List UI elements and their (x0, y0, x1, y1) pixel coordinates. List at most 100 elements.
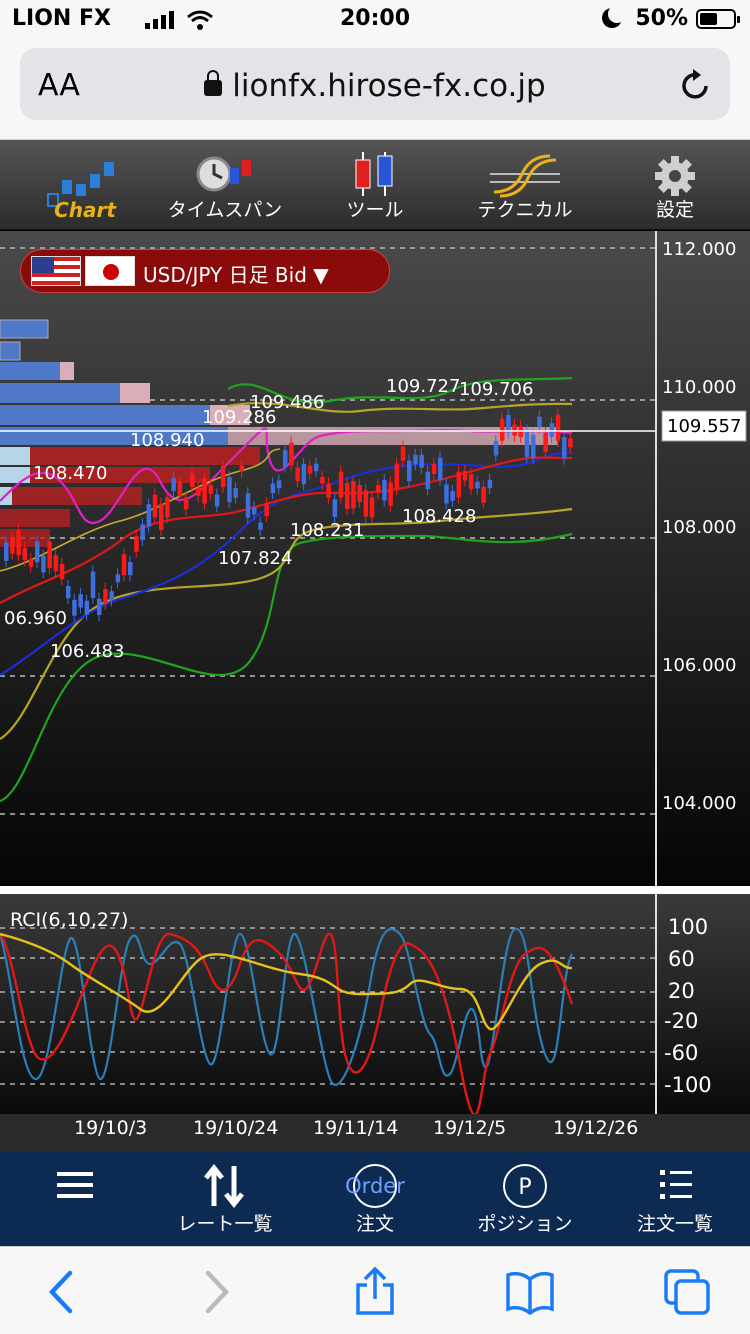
candle-body (500, 418, 505, 441)
candle-body (549, 423, 555, 438)
candle-body (369, 497, 375, 518)
candle-body (475, 481, 480, 489)
bookmarks-icon[interactable] (505, 1267, 555, 1317)
candle-body (307, 465, 313, 474)
chart-tab-label: Chart (54, 198, 116, 222)
settings-tab-label: 設定 (655, 199, 694, 221)
order-label: 注文 (355, 1213, 394, 1235)
svg-text:Order: Order (345, 1174, 405, 1198)
rci-chart-svg: RCI(6,10,27) 100 60 20 -20 -60 -100 (0, 894, 712, 1114)
moon-icon (602, 5, 626, 28)
app-bottom-nav: レート一覧 Order 注文 P ポジション 注文一覧 (0, 1152, 750, 1246)
candle-body (227, 477, 232, 503)
address-bar[interactable]: AA lionfx.hirose-fx.co.jp (20, 48, 730, 120)
candle-body (295, 467, 300, 482)
panel-divider (0, 886, 750, 894)
candle-body (214, 494, 220, 507)
candle-body (109, 591, 114, 601)
battery-icon (696, 9, 740, 29)
price-chart-svg[interactable]: 109.486 109.286 108.940 108.470 109.727 … (0, 231, 750, 886)
candle-body (221, 465, 226, 488)
candle-body (276, 480, 282, 489)
annotation-high-2: 109.286 (202, 407, 276, 428)
tabs-icon[interactable] (662, 1267, 712, 1317)
candle-body (413, 454, 418, 465)
candle-body (10, 537, 15, 554)
annotation-low-5: 106.483 (50, 641, 124, 662)
candle-body (394, 463, 400, 489)
current-price-text: 109.557 (667, 416, 741, 437)
chart-tab[interactable]: Chart (30, 140, 140, 230)
technical-tab[interactable]: テクニカル (460, 140, 590, 230)
candle-body (239, 465, 245, 472)
order-button[interactable]: Order 注文 (300, 1152, 450, 1246)
candle-body (314, 463, 319, 472)
tools-tab[interactable]: ツール (315, 140, 435, 230)
candle-body (338, 471, 344, 498)
annotation-high-3: 108.940 (130, 430, 204, 451)
candle-body (196, 488, 201, 496)
annotation-low-1: 108.231 (290, 520, 364, 541)
candle-body (41, 555, 46, 573)
back-icon[interactable] (38, 1267, 88, 1317)
annotation-low-4: 06.960 (4, 608, 67, 629)
candle-body (264, 503, 269, 516)
candle-body (208, 485, 214, 494)
candle-body (363, 490, 369, 517)
candle-body (400, 446, 406, 461)
candle-body (456, 471, 462, 498)
menu-button[interactable] (0, 1152, 150, 1246)
candle-body (555, 414, 561, 441)
url-text: lionfx.hirose-fx.co.jp (232, 68, 546, 104)
candle-body (190, 473, 195, 488)
candle-body (512, 424, 517, 436)
rate-list-button[interactable]: レート一覧 (150, 1152, 300, 1246)
us-flag-icon (31, 256, 81, 286)
status-bar: LION FX 20:00 50% (0, 0, 750, 40)
position-button[interactable]: P ポジション (450, 1152, 600, 1246)
candle-body (28, 559, 34, 567)
currency-pair-selector[interactable]: USD/JPY 日足 Bid ▼ (20, 249, 390, 293)
candle-body (469, 474, 474, 490)
rci-label: RCI(6,10,27) (10, 909, 128, 931)
candle-body (177, 481, 183, 497)
candle-body (159, 503, 164, 530)
candle-body (283, 450, 288, 467)
annotation-low-2: 107.824 (218, 548, 292, 569)
rci-axis-labels: 100 60 20 -20 -60 -100 (664, 915, 712, 1097)
candle-body (487, 479, 493, 489)
order-list-button[interactable]: 注文一覧 (600, 1152, 750, 1246)
candle-body (66, 586, 71, 599)
annotation-low-3: 108.428 (402, 506, 476, 527)
date-label: 19/12/5 (433, 1117, 507, 1139)
candle-body (35, 541, 40, 563)
reload-icon[interactable] (680, 68, 712, 102)
timespan-tab[interactable]: タイムスパン (160, 140, 290, 230)
candle-body (382, 480, 387, 501)
candle-body (431, 463, 437, 475)
price-chart[interactable]: 109.486 109.286 108.940 108.470 109.727 … (0, 231, 750, 886)
date-label: 19/10/24 (193, 1117, 279, 1139)
candle-body (121, 554, 127, 576)
rci-level-neg60: -60 (664, 1041, 698, 1065)
rci-gridlines (0, 927, 656, 1085)
y-label-108: 108.000 (662, 517, 736, 538)
date-label: 19/11/14 (313, 1117, 399, 1139)
rate-list-label: レート一覧 (177, 1213, 273, 1235)
y-label-104: 104.000 (662, 793, 736, 814)
share-icon[interactable] (350, 1267, 400, 1317)
candle-body (562, 437, 567, 459)
candle-body (103, 588, 108, 604)
candle-body (233, 488, 238, 498)
hamburger-icon (57, 1172, 93, 1198)
chart-toolbar: Chart タイムスパン ツール テクニカル 設定 (0, 140, 750, 230)
forward-icon[interactable] (190, 1267, 240, 1317)
bollinger-outer-lower (0, 532, 573, 803)
technical-tab-label: テクニカル (477, 199, 573, 221)
timespan-tab-label: タイムスパン (167, 199, 283, 221)
settings-tab[interactable]: 設定 (620, 140, 730, 230)
rci-panel[interactable]: RCI(6,10,27) 100 60 20 -20 -60 -100 (0, 894, 750, 1114)
candle-body (388, 482, 393, 506)
candle-body (115, 574, 121, 583)
candle-body (128, 562, 133, 576)
